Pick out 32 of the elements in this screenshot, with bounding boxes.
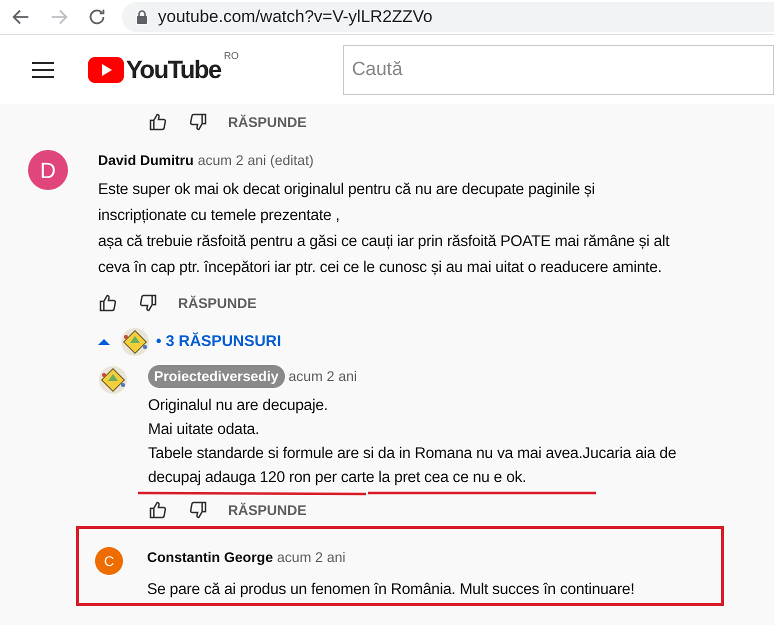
search-field[interactable]: Caută bbox=[342, 44, 774, 94]
comment-time[interactable]: acum 2 ani bbox=[288, 366, 357, 387]
author-name[interactable]: David Dumitru bbox=[98, 150, 194, 171]
address-bar[interactable]: youtube.com/watch?v=V-ylLR2ZZVo bbox=[122, 2, 774, 32]
reply-button[interactable]: RĂSPUNDE bbox=[228, 112, 307, 132]
avatar: D bbox=[28, 150, 68, 190]
replies-toggle[interactable]: • 3 RĂSPUNSURI bbox=[156, 330, 282, 354]
url-text: youtube.com/watch?v=V-ylLR2ZZVo bbox=[158, 6, 432, 28]
thumb-up-icon[interactable] bbox=[148, 500, 168, 520]
author-name[interactable]: Proiectediversediy bbox=[148, 365, 285, 388]
reply-text: Originalul nu are decupaje. Mai uitate odata. Tabele standarde si formule are si da in Romana nu va mai avea.Jucaria aia de decupaj adauga 120 ron per carte la pret cea ce nu e ok. bbox=[148, 396, 676, 488]
reply-button[interactable]: RĂSPUNDE bbox=[178, 292, 257, 314]
comment-time[interactable]: acum 2 ani bbox=[277, 547, 346, 568]
play-logo-icon[interactable] bbox=[88, 56, 124, 82]
reply-button[interactable]: RĂSPUNDE bbox=[228, 500, 307, 520]
comment-text: Este super ok mai ok decat originalul pentru că nu are decupate paginile și inscripționate cu temele prezentate , așa că trebuie răsfoită pentru a găsi ce cauți iar prin răsfoită POATE mai rămâne și alt ceva în cap ptr. începători iar ptr. cei ce le cunosc și au mai uitat o readucere aminte. bbox=[98, 180, 670, 278]
thumb-down-icon[interactable] bbox=[188, 500, 208, 520]
author-name[interactable]: Constantin George bbox=[147, 547, 274, 568]
collapse-caret-icon[interactable] bbox=[98, 338, 110, 346]
comment-time[interactable]: acum 2 ani (editat) bbox=[198, 150, 314, 171]
lock-icon bbox=[136, 10, 148, 24]
mascot-avatar-icon bbox=[98, 365, 128, 395]
avatar: C bbox=[95, 547, 123, 575]
thumb-down-icon[interactable] bbox=[138, 293, 158, 313]
country-code: RO bbox=[224, 50, 239, 64]
thumb-up-icon[interactable] bbox=[148, 112, 168, 132]
mascot-avatar-icon bbox=[120, 327, 150, 357]
thumb-up-icon[interactable] bbox=[98, 293, 118, 313]
logo-text[interactable]: YouTube bbox=[126, 56, 221, 82]
thumb-down-icon[interactable] bbox=[188, 112, 208, 132]
menu-icon[interactable] bbox=[32, 60, 54, 78]
comment-text: Se pare că ai produs un fenomen în România. Mult succes în continuare! bbox=[147, 580, 634, 600]
